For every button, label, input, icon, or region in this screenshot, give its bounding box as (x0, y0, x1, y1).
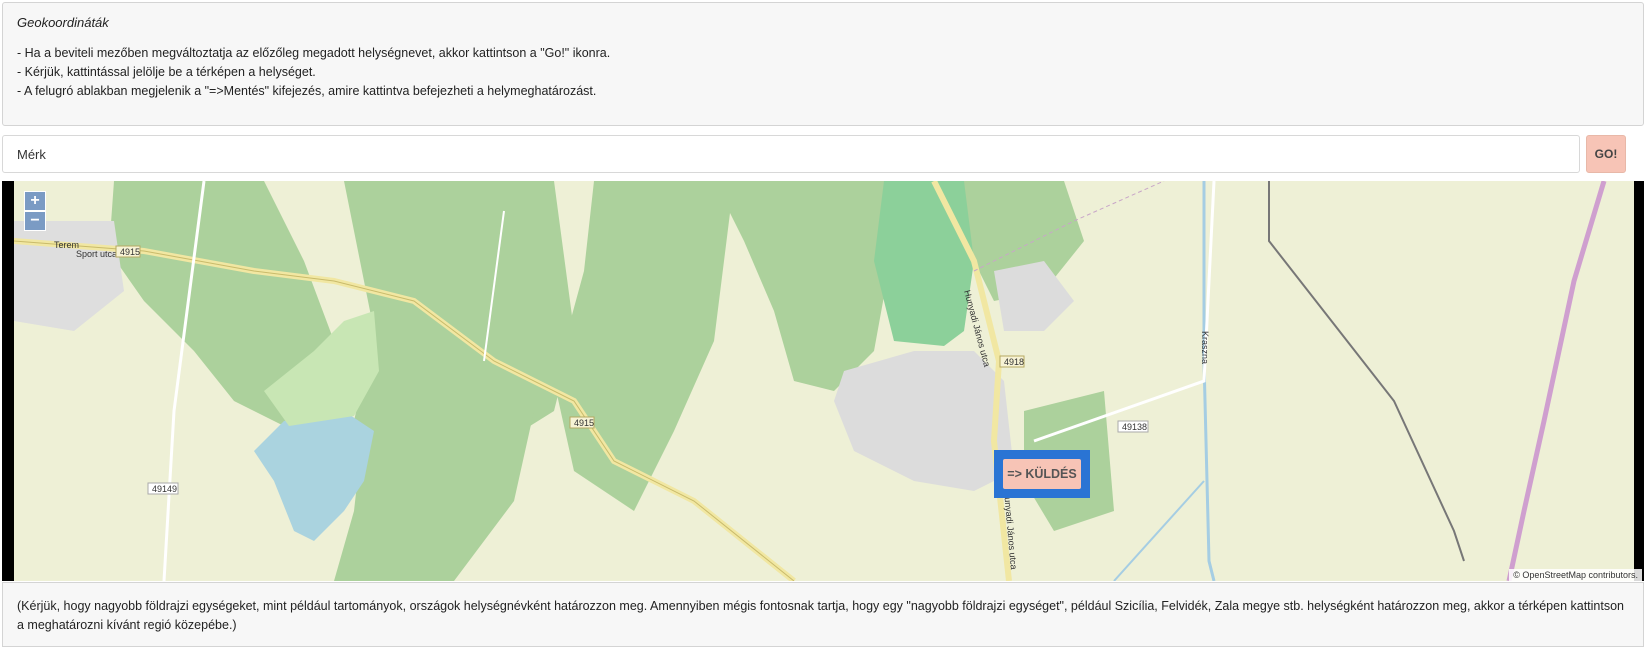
map-view[interactable]: Terem Sport utca 4915 4915 4918 49138 49… (2, 181, 1644, 581)
send-popup: => KÜLDÉS (994, 450, 1090, 498)
instruction-line: - Ha a beviteli mezőben megváltoztatja a… (17, 46, 611, 60)
instruction-line: - A felugró ablakban megjelenik a "=>Men… (17, 84, 597, 98)
road-number-label: 49149 (152, 484, 177, 494)
map-attribution[interactable]: © OpenStreetMap contributors. (1509, 569, 1642, 581)
go-button[interactable]: GO! (1586, 135, 1626, 173)
street-label: Sport utca (76, 249, 117, 259)
road-number-label: 4915 (574, 418, 594, 428)
search-bar: GO! (2, 135, 1644, 173)
instruction-line: - Kérjük, kattintással jelölje be a térk… (17, 65, 316, 79)
road-number-label: 49138 (1122, 422, 1147, 432)
zoom-control: + − (24, 191, 46, 231)
note-text: (Kérjük, hogy nagyobb földrajzi egységek… (2, 582, 1644, 647)
zoom-in-button[interactable]: + (24, 191, 46, 211)
panel-title: Geokoordináták (17, 15, 109, 30)
send-button[interactable]: => KÜLDÉS (1003, 459, 1081, 489)
river-label: Kraszna (1200, 331, 1210, 364)
instructions-panel: Geokoordináták - Ha a beviteli mezőben m… (2, 2, 1644, 126)
location-input[interactable] (2, 135, 1580, 173)
road-number-label: 4918 (1004, 357, 1024, 367)
zoom-out-button[interactable]: − (24, 211, 46, 231)
road-number-label: 4915 (120, 247, 140, 257)
map-tiles[interactable]: Terem Sport utca 4915 4915 4918 49138 49… (14, 181, 1634, 581)
